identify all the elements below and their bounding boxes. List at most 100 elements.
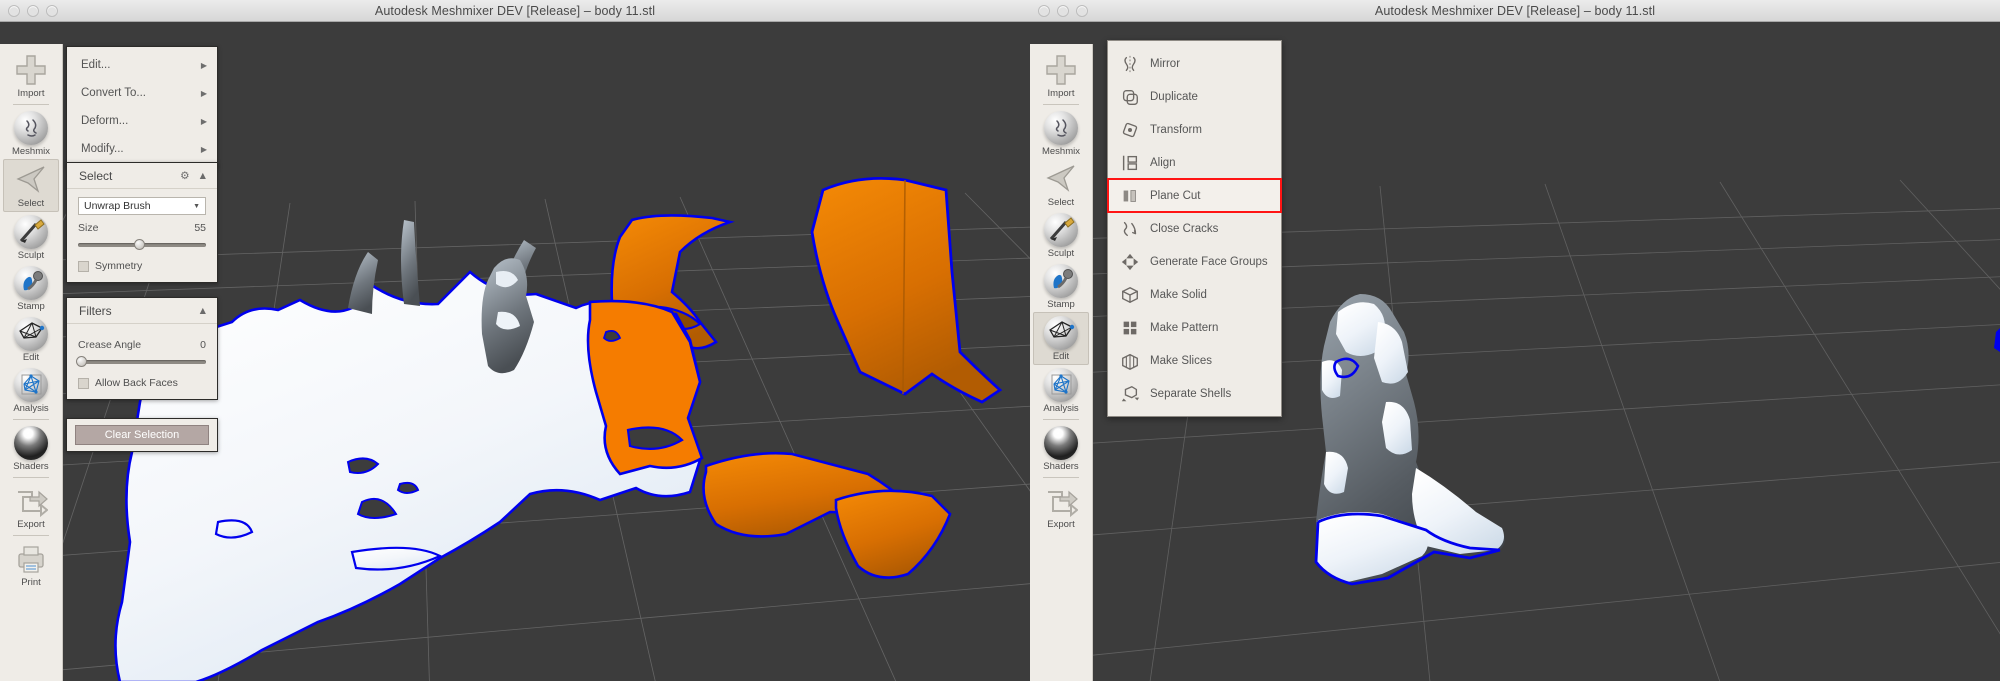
close-icon[interactable] (1038, 5, 1050, 17)
select-panel-title: Select (79, 168, 113, 183)
menu-item-modify[interactable]: Modify... ▶ (67, 135, 217, 163)
rail-item-meshmix[interactable]: Meshmix (3, 108, 59, 159)
chevron-down-icon[interactable]: ▼ (193, 203, 200, 210)
rail-item-stamp[interactable]: Stamp (3, 263, 59, 314)
edit-menu-item-make-solid[interactable]: Make Solid (1108, 278, 1281, 311)
left-tool-rail[interactable]: Import Meshmix Select Sculpt Stamp Edit … (0, 44, 63, 681)
crease-angle-slider[interactable] (75, 355, 206, 369)
make-pattern-icon (1123, 321, 1137, 334)
zoom-icon[interactable] (46, 5, 58, 17)
rail-item-stamp[interactable]: Stamp (1033, 261, 1089, 312)
rail-item-sculpt[interactable]: Sculpt (1033, 210, 1089, 261)
select-panel[interactable]: Select ⚙ ▲ Unwrap Brush ▼ Size 55 Symmet… (66, 162, 218, 283)
filters-panel-header[interactable]: Filters ▲ (67, 298, 217, 324)
rail-item-shaders[interactable]: Shaders (1033, 423, 1089, 474)
duplicate-icon (1118, 87, 1142, 107)
rail-item-label: Analysis (13, 403, 49, 414)
right-window-titlebar[interactable]: Autodesk Meshmixer DEV [Release] – body … (1030, 0, 2000, 22)
gear-icon[interactable]: ⚙ (180, 170, 189, 182)
edit-menu-item-label: Transform (1150, 123, 1202, 136)
minimize-icon[interactable] (27, 5, 39, 17)
stamp-orb-icon (1044, 264, 1078, 298)
edit-menu-item-separate-shells[interactable]: Separate Shells (1108, 377, 1281, 410)
edit-menu-item-align[interactable]: Align (1108, 146, 1281, 179)
face-groups-icon (1121, 253, 1139, 270)
chevron-up-icon[interactable]: ▲ (198, 305, 208, 317)
chevron-right-icon: ▶ (200, 116, 207, 126)
menu-item-edit[interactable]: Edit... ▶ (67, 51, 217, 79)
allow-back-faces-checkbox[interactable]: Allow Back Faces (78, 377, 206, 389)
rail-item-select[interactable]: Select (1033, 159, 1089, 210)
screenshot-root: Autodesk Meshmixer DEV [Release] – body … (0, 0, 2000, 681)
make-slices-icon (1118, 351, 1142, 371)
size-slider-knob[interactable] (134, 239, 146, 250)
left-viewport[interactable]: Import Meshmix Select Sculpt Stamp Edit … (0, 22, 1030, 681)
close-icon[interactable] (8, 5, 20, 17)
brush-type-value: Unwrap Brush (84, 200, 151, 212)
minimize-icon[interactable] (1057, 5, 1069, 17)
rail-item-select[interactable]: Select (3, 159, 59, 212)
rail-item-label: Meshmix (11, 146, 50, 157)
edit-menu-item-make-slices[interactable]: Make Slices (1108, 344, 1281, 377)
edit-menu-item-make-pattern[interactable]: Make Pattern (1108, 311, 1281, 344)
mesh-orb-icon (14, 317, 48, 351)
rail-item-analysis[interactable]: Analysis (1033, 365, 1089, 416)
traffic-lights[interactable] (8, 5, 58, 17)
rail-item-shaders[interactable]: Shaders (3, 423, 59, 474)
chevron-up-icon[interactable]: ▲ (198, 170, 208, 182)
rail-item-label: Stamp (1047, 299, 1075, 310)
crease-angle-slider-knob[interactable] (75, 356, 87, 367)
plus-icon (1046, 55, 1076, 85)
rail-item-edit[interactable]: Edit (3, 314, 59, 365)
filters-panel[interactable]: Filters ▲ Crease Angle 0 Allow Back Face… (66, 297, 218, 400)
edit-menu-item-transform[interactable]: Transform (1108, 113, 1281, 146)
rail-item-label: Shaders (1043, 461, 1079, 472)
export-icon (18, 490, 48, 518)
rail-item-import[interactable]: Import (3, 50, 59, 101)
rail-item-analysis[interactable]: Analysis (3, 365, 59, 416)
rail-item-edit[interactable]: Edit (1033, 312, 1089, 365)
edit-menu-item-label: Make Slices (1150, 354, 1212, 367)
traffic-lights[interactable] (1038, 5, 1088, 17)
rail-item-export[interactable]: Export (1033, 481, 1089, 532)
edit-menu-item-plane-cut[interactable]: Plane Cut (1107, 178, 1282, 213)
edit-menu-item-generate-face-groups[interactable]: Generate Face Groups (1108, 245, 1281, 278)
left-dropdown-menu[interactable]: Edit... ▶ Convert To... ▶ Deform... ▶ Modify..… (66, 46, 218, 168)
rail-item-label: Analysis (1043, 403, 1079, 414)
rail-item-sculpt[interactable]: Sculpt (3, 212, 59, 263)
symmetry-checkbox[interactable]: Symmetry (78, 260, 206, 272)
make-pattern-icon (1118, 318, 1142, 338)
close-cracks-icon (1118, 219, 1142, 239)
brush-type-select[interactable]: Unwrap Brush ▼ (78, 197, 206, 215)
separate-shells-icon (1121, 385, 1140, 401)
left-window-titlebar[interactable]: Autodesk Meshmixer DEV [Release] – body … (0, 0, 1030, 22)
face-groups-icon (1118, 252, 1142, 272)
edit-context-menu[interactable]: Mirror Duplicate Transform Align Plane C… (1107, 40, 1282, 417)
rail-item-meshmix[interactable]: Meshmix (1033, 108, 1089, 159)
menu-item-convertto[interactable]: Convert To... ▶ (67, 79, 217, 107)
right-window: Autodesk Meshmixer DEV [Release] – body … (1030, 0, 2000, 681)
left-window: Autodesk Meshmixer DEV [Release] – body … (0, 0, 1030, 681)
rail-item-print[interactable]: Print (3, 539, 59, 590)
size-row: Size 55 (78, 222, 206, 234)
edit-menu-item-duplicate[interactable]: Duplicate (1108, 80, 1281, 113)
select-panel-header[interactable]: Select ⚙ ▲ (67, 163, 217, 189)
edit-menu-item-mirror[interactable]: Mirror (1108, 47, 1281, 80)
right-tool-rail[interactable]: Import Meshmix Select Sculpt Stamp Edit … (1030, 44, 1093, 681)
rail-separator (13, 419, 49, 420)
rail-item-export[interactable]: Export (3, 481, 59, 532)
clear-selection-button[interactable]: Clear Selection (75, 425, 209, 445)
zoom-icon[interactable] (1076, 5, 1088, 17)
edit-menu-item-close-cracks[interactable]: Close Cracks (1108, 212, 1281, 245)
crease-angle-slider-track[interactable] (78, 360, 206, 364)
right-viewport[interactable]: Import Meshmix Select Sculpt Stamp Edit … (1030, 22, 2000, 681)
crease-angle-label: Crease Angle (78, 339, 142, 351)
menu-item-deform[interactable]: Deform... ▶ (67, 107, 217, 135)
size-slider[interactable] (78, 238, 206, 252)
crease-angle-row: Crease Angle 0 (78, 339, 206, 351)
chevron-right-icon: ▶ (200, 88, 207, 98)
rail-item-import[interactable]: Import (1033, 50, 1089, 101)
symmetry-checkbox-box[interactable] (78, 260, 89, 272)
rail-separator (13, 535, 49, 536)
allow-back-faces-checkbox-box[interactable] (78, 377, 89, 389)
